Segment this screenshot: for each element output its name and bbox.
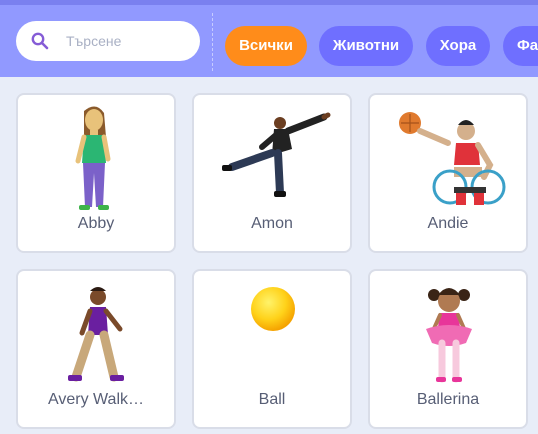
tag-animals[interactable]: Животни — [319, 26, 413, 66]
sprite-card-amon[interactable]: Amon — [192, 93, 352, 253]
search-box[interactable] — [16, 21, 200, 61]
tag-all[interactable]: Всички — [225, 26, 307, 66]
divider — [212, 13, 213, 71]
sprite-name: Avery Walk… — [47, 391, 144, 408]
sprite-name: Andie — [427, 215, 469, 232]
sprite-name: Abby — [77, 215, 115, 232]
filter-bar: Всички Животни Хора Фантазия — [0, 0, 538, 77]
sprite-card-ball[interactable]: Ball — [192, 269, 352, 429]
tag-people[interactable]: Хора — [426, 26, 490, 66]
andie-icon — [399, 112, 506, 205]
ball-icon — [251, 287, 295, 331]
sprite-card-ballerina[interactable]: Ballerina — [368, 269, 528, 429]
amon-icon — [222, 112, 331, 197]
sprite-card-andie[interactable]: Andie — [368, 93, 528, 253]
search-icon — [31, 32, 49, 50]
search-input[interactable] — [66, 29, 190, 53]
sprite-name: Ballerina — [416, 391, 480, 408]
abby-icon — [75, 106, 111, 210]
sprite-card-abby[interactable]: Abby — [16, 93, 176, 253]
sprite-name: Amon — [251, 215, 293, 232]
avery-walking-icon — [68, 287, 124, 382]
tag-fantasy[interactable]: Фантазия — [503, 26, 538, 66]
sprite-name: Ball — [258, 391, 286, 408]
sprite-card-avery-walking[interactable]: Avery Walk… — [16, 269, 176, 429]
ballerina-icon — [426, 288, 472, 383]
